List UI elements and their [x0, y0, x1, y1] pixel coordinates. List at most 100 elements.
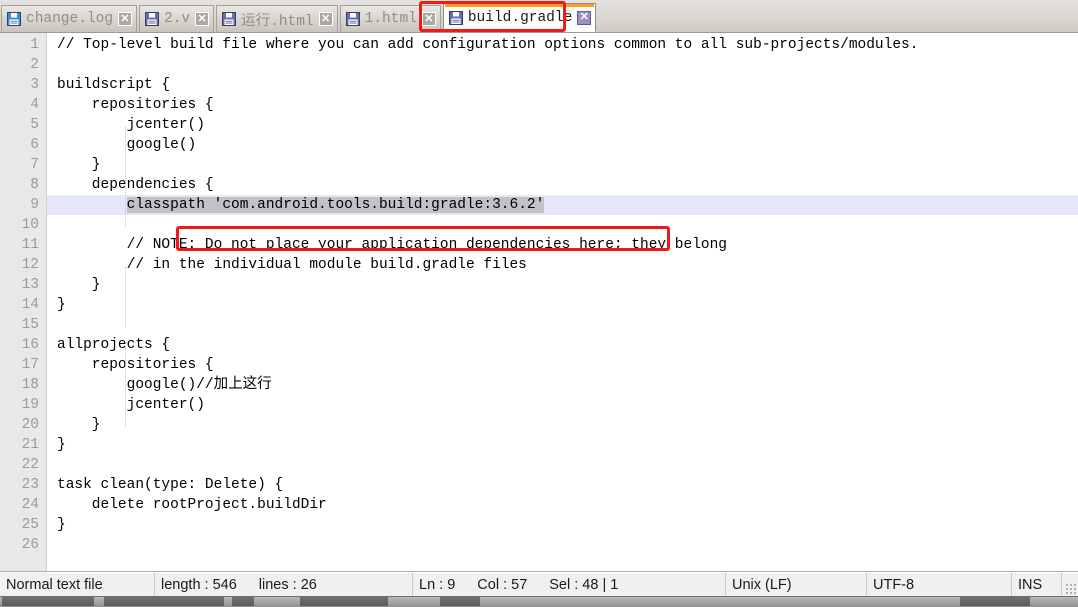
code-line[interactable]: classpath 'com.android.tools.build:gradl… [47, 195, 1078, 215]
code-line[interactable]: // NOTE: Do not place your application d… [47, 235, 1078, 255]
close-icon[interactable]: ✕ [318, 12, 333, 26]
line-number: 17 [21, 357, 39, 373]
code-line[interactable]: google() [47, 135, 1078, 155]
editor-tab-label: change.log [26, 11, 114, 27]
line-number: 6 [30, 137, 39, 153]
status-resize-grip[interactable] [1062, 573, 1078, 596]
line-number: 14 [21, 297, 39, 313]
code-line[interactable]: } [47, 415, 1078, 435]
line-number: 8 [30, 177, 39, 193]
code-line[interactable] [47, 535, 1078, 555]
code-line[interactable]: allprojects { [47, 335, 1078, 355]
code-line[interactable]: } [47, 275, 1078, 295]
code-line[interactable]: } [47, 295, 1078, 315]
close-icon[interactable]: ✕ [118, 12, 133, 26]
line-number: 22 [21, 457, 39, 473]
status-bar: Normal text file length : 546 lines : 26… [0, 572, 1078, 596]
line-number: 18 [21, 377, 39, 393]
status-eol-format[interactable]: Unix (LF) [726, 573, 867, 596]
code-line[interactable]: google()//加上这行 [47, 375, 1078, 395]
code-line[interactable]: } [47, 515, 1078, 535]
code-line[interactable]: // Top-level build file where you can ad… [47, 35, 1078, 55]
taskbar-item [2, 597, 94, 606]
line-number: 26 [21, 537, 39, 553]
code-line[interactable] [47, 215, 1078, 235]
code-line[interactable]: } [47, 155, 1078, 175]
code-line[interactable]: task clean(type: Delete) { [47, 475, 1078, 495]
status-insert-mode[interactable]: INS [1012, 573, 1062, 596]
line-number: 21 [21, 437, 39, 453]
desktop-taskbar-partial [0, 596, 1078, 607]
status-eol-label: Unix (LF) [732, 576, 792, 593]
line-number: 23 [21, 477, 39, 493]
status-insert-mode-label: INS [1018, 576, 1043, 593]
line-number: 19 [21, 397, 39, 413]
line-number: 20 [21, 417, 39, 433]
close-icon[interactable]: ✕ [421, 12, 436, 26]
status-length-label: length : 546 [161, 576, 237, 593]
code-line[interactable] [47, 455, 1078, 475]
editor-tab-1-html[interactable]: 1.html ✕ [339, 5, 441, 32]
status-lines-label: lines : 26 [258, 576, 317, 593]
line-number: 9 [30, 197, 39, 213]
code-line[interactable]: delete rootProject.buildDir [47, 495, 1078, 515]
floppy-disk-icon [448, 10, 463, 25]
line-number: 5 [30, 117, 39, 133]
code-line[interactable]: jcenter() [47, 395, 1078, 415]
line-number: 13 [21, 277, 39, 293]
status-caret-position: Ln : 9 Col : 57 Sel : 48 | 1 [413, 573, 726, 596]
code-line[interactable]: // in the individual module build.gradle… [47, 255, 1078, 275]
code-line[interactable]: jcenter() [47, 115, 1078, 135]
code-line[interactable]: repositories { [47, 95, 1078, 115]
notepadpp-window: change.log ✕ 2.v ✕ 运行.html ✕ 1.html ✕ build.grad… [0, 0, 1078, 607]
taskbar-item [104, 597, 224, 606]
editor-tab--html[interactable]: 运行.html ✕ [216, 5, 338, 32]
selected-text: classpath 'com.android.tools.build:gradl… [126, 197, 545, 213]
status-length-lines: length : 546 lines : 26 [155, 573, 413, 596]
editor-tab-label: 1.html [364, 11, 417, 27]
floppy-disk-icon [345, 12, 360, 26]
editor-tab-build-gradle[interactable]: build.gradle ✕ [442, 3, 597, 32]
line-number: 16 [21, 337, 39, 353]
line-number: 1 [30, 37, 39, 53]
editor-tab-bar: change.log ✕ 2.v ✕ 运行.html ✕ 1.html ✕ build.grad… [0, 0, 1078, 33]
editor-tab-label: 2.v [164, 11, 191, 27]
code-text-area[interactable]: // Top-level build file where you can ad… [47, 33, 1078, 571]
taskbar-item [960, 597, 1030, 606]
floppy-disk-icon [222, 12, 237, 26]
taskbar-item [440, 597, 480, 606]
line-number: 4 [30, 97, 39, 113]
line-number: 3 [30, 77, 39, 93]
code-line[interactable]: buildscript { [47, 75, 1078, 95]
close-icon[interactable]: ✕ [195, 12, 210, 26]
editor-tab-label: 运行.html [241, 13, 314, 30]
line-number: 25 [21, 517, 39, 533]
taskbar-item [232, 597, 254, 606]
status-ln-label: Ln : 9 [419, 576, 456, 593]
resize-grip-icon [1065, 583, 1076, 594]
code-line[interactable]: dependencies { [47, 175, 1078, 195]
line-number: 15 [21, 317, 39, 333]
editor-tab-2-v[interactable]: 2.v ✕ [139, 5, 215, 32]
line-number-gutter: 1 2 3 4 5 6 7 8 9 10 11 12 13 14 15 16 17 18 19 20 21 22 23 24 2… [0, 33, 47, 571]
floppy-disk-icon [145, 12, 160, 26]
taskbar-item [300, 597, 388, 606]
line-number: 7 [30, 157, 39, 173]
close-icon[interactable]: ✕ [577, 10, 592, 25]
code-line[interactable]: repositories { [47, 355, 1078, 375]
line-number: 2 [30, 57, 39, 73]
status-encoding[interactable]: UTF-8 [867, 573, 1012, 596]
line-number: 12 [21, 257, 39, 273]
code-line[interactable] [47, 55, 1078, 75]
status-col-label: Col : 57 [477, 576, 528, 593]
line-number: 10 [21, 217, 39, 233]
code-line[interactable] [47, 315, 1078, 335]
code-line[interactable]: } [47, 435, 1078, 455]
code-editor[interactable]: 1 2 3 4 5 6 7 8 9 10 11 12 13 14 15 16 17 18 19 20 21 22 23 24 2… [0, 33, 1078, 572]
editor-tab-change-log[interactable]: change.log ✕ [1, 5, 138, 32]
line-number: 24 [21, 497, 39, 513]
editor-tab-label: build.gradle [467, 9, 573, 26]
status-encoding-label: UTF-8 [873, 576, 915, 593]
status-doc-type-label: Normal text file [6, 576, 103, 593]
line-number: 11 [21, 237, 39, 253]
